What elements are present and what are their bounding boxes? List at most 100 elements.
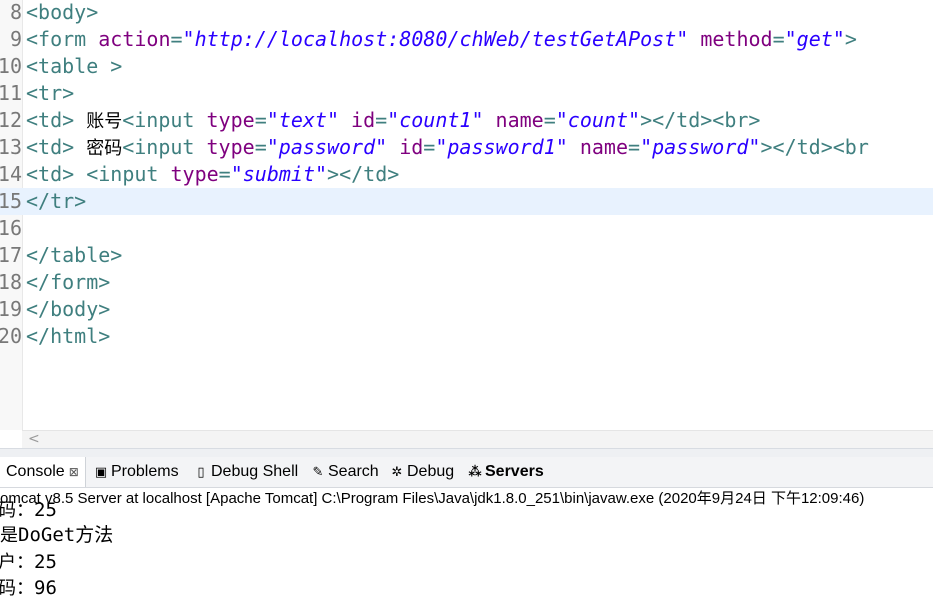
code-token: ></td><br — [760, 135, 869, 159]
console-line: 码：25 — [0, 497, 57, 523]
code-text: </html> — [26, 323, 110, 350]
code-token: = — [254, 135, 267, 159]
code-line[interactable]: 18 </form> — [0, 269, 933, 296]
tab-servers[interactable]: ⁂ Servers — [466, 457, 546, 487]
code-text: <form action="http://localhost:8080/chWe… — [26, 26, 857, 53]
code-token: "get" — [784, 27, 845, 51]
console-value: DoGet方法 — [18, 524, 114, 546]
code-line[interactable]: 9 <form action="http://localhost:8080/chW… — [0, 26, 933, 53]
tab-search[interactable]: ✎ Search — [309, 457, 381, 487]
line-number: 9 — [9, 27, 22, 51]
console-value: 25 — [34, 499, 57, 521]
code-token: <input — [122, 108, 207, 132]
line-number: 18 — [0, 270, 22, 294]
debug-icon: ✲ — [391, 465, 403, 480]
console-label: 户： — [0, 552, 34, 573]
line-number: 8 — [9, 0, 22, 24]
close-icon[interactable]: ⊠ — [69, 465, 79, 479]
console-line: 是DoGet方法 — [0, 522, 113, 548]
code-token: <td> — [26, 108, 87, 132]
code-token: "text" — [266, 108, 339, 132]
line-number: 15 — [0, 189, 22, 213]
code-text: <table > — [26, 53, 122, 80]
console-line: 户：25 — [0, 549, 57, 575]
code-token: = — [543, 108, 556, 132]
code-token: ></td><br> — [640, 108, 761, 132]
code-line[interactable]: 13 <td> 密码<input type="password" id="pass… — [0, 134, 933, 161]
code-editor[interactable]: 8 <body> 9 <form action="http://localhost:8… — [0, 0, 933, 430]
tab-debug[interactable]: ✲ Debug — [388, 457, 456, 487]
console-line: 码：96 — [0, 575, 57, 601]
code-token: = — [423, 135, 436, 159]
console-value: 25 — [34, 551, 57, 573]
code-token: type — [170, 162, 219, 186]
code-token: = — [375, 108, 388, 132]
code-token: type — [206, 108, 255, 132]
code-token: "password" — [266, 135, 388, 159]
code-line[interactable]: 14 <td> <input type="submit"></td> — [0, 161, 933, 188]
servers-icon: ⁂ — [468, 465, 482, 480]
console-label: 码： — [0, 500, 34, 521]
code-text: </form> — [26, 269, 110, 296]
code-token: 账号 — [86, 111, 123, 132]
code-line[interactable]: 17 </table> — [0, 242, 933, 269]
code-token: "submit" — [230, 162, 328, 186]
tab-label: Debug Shell — [211, 463, 299, 480]
code-token: <body> — [26, 0, 99, 24]
tab-label: Search — [328, 463, 379, 480]
line-number: 17 — [0, 243, 22, 267]
line-number: 10 — [0, 54, 22, 78]
code-token: 密码 — [86, 138, 123, 159]
search-icon: ✎ — [312, 465, 324, 480]
code-token: <td> — [26, 135, 87, 159]
code-line[interactable]: 19 </body> — [0, 296, 933, 323]
code-line[interactable]: 20 </html> — [0, 323, 933, 350]
code-token: = — [170, 27, 183, 51]
code-token: "count1" — [387, 108, 484, 132]
console-label: 码： — [0, 578, 34, 599]
bottom-panel-tabs: Console ⊠ ▣ Problems ▯ Debug Shell ✎ Search ✲ Deb… — [0, 457, 933, 488]
code-token: id — [351, 108, 376, 132]
tab-label: Problems — [111, 463, 179, 480]
line-number: 20 — [0, 324, 22, 348]
console-label: 是 — [0, 525, 18, 546]
code-token: "count" — [555, 108, 641, 132]
horizontal-scrollbar[interactable]: < — [22, 430, 933, 448]
code-line[interactable]: 8 <body> — [0, 0, 933, 26]
line-number: 16 — [0, 216, 22, 240]
tab-problems[interactable]: ▣ Problems — [92, 457, 181, 487]
code-token: ></td> — [327, 162, 400, 186]
code-text: </body> — [26, 296, 110, 323]
tab-debug-shell[interactable]: ▯ Debug Shell — [192, 457, 300, 487]
code-token: <form — [26, 27, 99, 51]
problems-icon: ▣ — [94, 465, 108, 480]
code-text: </table> — [26, 242, 122, 269]
code-token: action — [98, 27, 171, 51]
line-number: 13 — [0, 135, 22, 159]
code-token: <tr> — [26, 81, 75, 105]
line-number: 19 — [0, 297, 22, 321]
code-text: <body> — [26, 0, 98, 26]
code-line[interactable]: 16 — [0, 215, 933, 242]
line-number: 11 — [0, 81, 22, 105]
code-line[interactable]: 12 <td> 账号<input type="text" id="count1" … — [0, 107, 933, 134]
tab-label: Debug — [407, 463, 455, 480]
code-token: = — [772, 27, 785, 51]
tab-console[interactable]: Console ⊠ — [0, 457, 86, 487]
code-token: name — [495, 108, 544, 132]
code-line[interactable]: 11 <tr> — [0, 80, 933, 107]
console-process-header: omcat v8.5 Server at localhost [Apache T… — [0, 488, 933, 510]
scroll-left-icon[interactable]: < — [28, 431, 40, 448]
code-token: = — [628, 135, 641, 159]
debug-shell-icon: ▯ — [197, 465, 205, 480]
code-token: name — [579, 135, 629, 159]
code-token: "password1" — [435, 135, 568, 159]
tab-label: Console — [6, 463, 65, 480]
code-token: "http://localhost:8080/chWeb/testGetAPos… — [182, 27, 689, 51]
code-text: </tr> — [26, 188, 86, 215]
code-line[interactable]: 10 <table > — [0, 53, 933, 80]
code-line[interactable]: 15 </tr> — [0, 188, 933, 215]
